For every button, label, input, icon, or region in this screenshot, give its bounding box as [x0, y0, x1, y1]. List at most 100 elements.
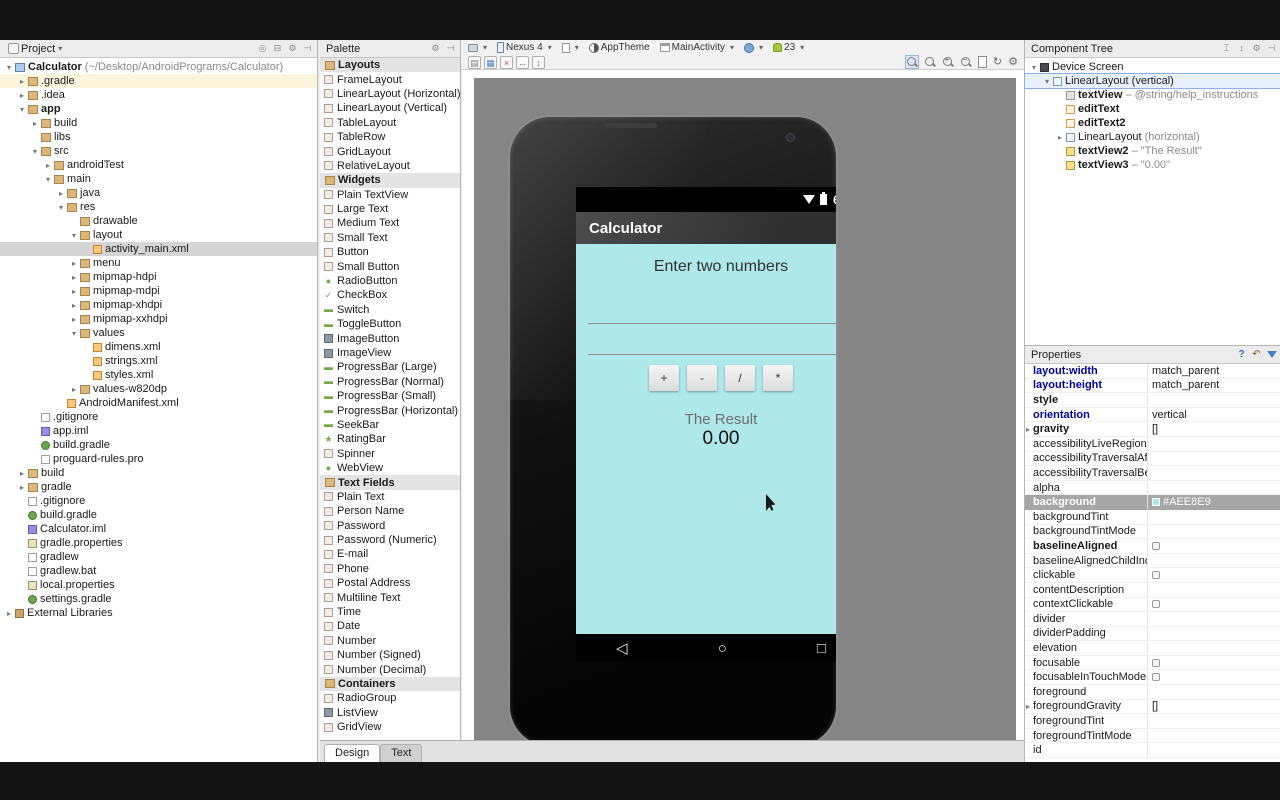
orientation-dropdown[interactable]: ▾: [562, 43, 579, 53]
property-row[interactable]: background#AEE8E9: [1025, 495, 1280, 510]
chevron-down-icon[interactable]: ▾: [56, 203, 66, 212]
tree-item[interactable]: gradlew.bat: [0, 564, 317, 578]
blueprint-mode-icon[interactable]: ▦: [484, 56, 497, 69]
tree-item[interactable]: textView3 – "0.00": [1025, 158, 1280, 172]
palette-item[interactable]: Small Text: [320, 231, 460, 245]
chevron-down-icon[interactable]: ▾: [17, 105, 27, 114]
property-row[interactable]: contentDescription: [1025, 583, 1280, 598]
tree-item[interactable]: activity_main.xml: [0, 242, 317, 256]
property-value[interactable]: [1147, 452, 1280, 466]
tree-item[interactable]: ▸gradle: [0, 480, 317, 494]
operator-button[interactable]: -: [687, 365, 717, 391]
tree-item[interactable]: ▸.gradle: [0, 74, 317, 88]
tree-item[interactable]: ▾layout: [0, 228, 317, 242]
tree-item[interactable]: strings.xml: [0, 354, 317, 368]
hide-panel-icon[interactable]: ⊣: [302, 43, 313, 54]
property-value[interactable]: [1147, 437, 1280, 451]
palette-item[interactable]: RadioGroup: [320, 691, 460, 705]
tree-item[interactable]: ▸values-w820dp: [0, 382, 317, 396]
palette-item[interactable]: Time: [320, 605, 460, 619]
zoom-tool-icon[interactable]: [924, 56, 936, 68]
tree-item[interactable]: ▸.idea: [0, 88, 317, 102]
property-row[interactable]: divider: [1025, 612, 1280, 627]
property-value[interactable]: [1147, 525, 1280, 539]
tree-item[interactable]: dimens.xml: [0, 340, 317, 354]
chevron-down-icon[interactable]: ▾: [30, 147, 40, 156]
recents-icon[interactable]: □: [817, 640, 826, 657]
tree-item[interactable]: gradlew: [0, 550, 317, 564]
palette-item[interactable]: ✓CheckBox: [320, 288, 460, 302]
property-value[interactable]: [1147, 743, 1280, 757]
tab-text[interactable]: Text: [380, 744, 422, 762]
palette-item[interactable]: Medium Text: [320, 216, 460, 230]
property-value[interactable]: [1147, 583, 1280, 597]
configuration-dropdown[interactable]: ▾: [468, 43, 487, 52]
property-value[interactable]: vertical: [1147, 408, 1280, 422]
filter-icon[interactable]: [1267, 351, 1277, 358]
tree-item[interactable]: build.gradle: [0, 508, 317, 522]
property-row[interactable]: clickable: [1025, 568, 1280, 583]
chevron-down-icon[interactable]: ▾: [43, 175, 53, 184]
tree-item[interactable]: settings.gradle: [0, 592, 317, 606]
palette-item[interactable]: LinearLayout (Vertical): [320, 101, 460, 115]
checkbox[interactable]: [1152, 673, 1160, 681]
tree-item[interactable]: ▸androidTest: [0, 158, 317, 172]
property-value[interactable]: [1147, 685, 1280, 699]
property-row[interactable]: backgroundTintMode: [1025, 525, 1280, 540]
tree-item[interactable]: ▸menu: [0, 256, 317, 270]
device-dropdown[interactable]: Nexus 4▾: [497, 42, 552, 53]
property-row[interactable]: backgroundTint: [1025, 510, 1280, 525]
palette-item[interactable]: Plain TextView: [320, 188, 460, 202]
palette-item[interactable]: Small Button: [320, 259, 460, 273]
chevron-right-icon[interactable]: ▸: [1055, 133, 1065, 142]
property-row[interactable]: ▸gravity[]: [1025, 422, 1280, 437]
palette-item[interactable]: E-mail: [320, 547, 460, 561]
tree-item[interactable]: editText: [1025, 102, 1280, 116]
palette-item[interactable]: Large Text: [320, 202, 460, 216]
chevron-right-icon[interactable]: ▸: [4, 609, 14, 618]
palette-item[interactable]: Number (Signed): [320, 648, 460, 662]
tree-item[interactable]: ▾LinearLayout (vertical): [1025, 74, 1280, 88]
palette-item[interactable]: Multiline Text: [320, 590, 460, 604]
tree-item[interactable]: drawable: [0, 214, 317, 228]
design-canvas[interactable]: 6:00 Calculator Enter two numbers +-/* T…: [462, 70, 1024, 740]
operator-button[interactable]: +: [649, 365, 679, 391]
palette-item[interactable]: FrameLayout: [320, 72, 460, 86]
ct-gear-icon[interactable]: ⚙: [1251, 43, 1262, 54]
project-view-dropdown[interactable]: ▾: [58, 44, 62, 53]
property-value[interactable]: #AEE8E9: [1147, 495, 1280, 509]
property-value[interactable]: [1147, 714, 1280, 728]
property-value[interactable]: [1147, 729, 1280, 743]
palette-item[interactable]: ●RadioButton: [320, 274, 460, 288]
result-value-textview[interactable]: 0.00: [576, 428, 838, 450]
tree-item[interactable]: ▸mipmap-mdpi: [0, 284, 317, 298]
tree-item[interactable]: editText2: [1025, 116, 1280, 130]
collapse-icon[interactable]: ↕: [1236, 43, 1247, 54]
property-row[interactable]: focusable: [1025, 656, 1280, 671]
property-value[interactable]: [1147, 612, 1280, 626]
property-row[interactable]: layout:heightmatch_parent: [1025, 379, 1280, 394]
property-value[interactable]: [1147, 670, 1280, 684]
palette-item[interactable]: ▬ProgressBar (Normal): [320, 375, 460, 389]
palette-item[interactable]: ▬ProgressBar (Large): [320, 360, 460, 374]
palette-item[interactable]: ▬ProgressBar (Horizontal): [320, 403, 460, 417]
zoom-select-icon[interactable]: [906, 56, 918, 68]
tree-item[interactable]: ▸mipmap-xxhdpi: [0, 312, 317, 326]
palette-item[interactable]: TableLayout: [320, 116, 460, 130]
property-value[interactable]: match_parent: [1147, 379, 1280, 393]
property-row[interactable]: foregroundTintMode: [1025, 729, 1280, 744]
property-row[interactable]: baselineAligned: [1025, 539, 1280, 554]
tree-item[interactable]: textView – @string/help_instructions: [1025, 88, 1280, 102]
tree-item[interactable]: textView2 – "The Result": [1025, 144, 1280, 158]
tree-item[interactable]: ▸build: [0, 466, 317, 480]
chevron-down-icon[interactable]: ▾: [4, 63, 14, 72]
property-row[interactable]: accessibilityTraversalBefore: [1025, 466, 1280, 481]
tree-item[interactable]: styles.xml: [0, 368, 317, 382]
palette-item[interactable]: Number (Decimal): [320, 662, 460, 676]
chevron-down-icon[interactable]: ▾: [1029, 63, 1039, 72]
activity-dropdown[interactable]: MainActivity▾: [660, 42, 734, 53]
property-value[interactable]: [1147, 598, 1280, 612]
chevron-down-icon[interactable]: ▾: [1042, 77, 1052, 86]
chevron-right-icon[interactable]: ▸: [17, 77, 27, 86]
palette-category[interactable]: Text Fields: [320, 475, 460, 489]
